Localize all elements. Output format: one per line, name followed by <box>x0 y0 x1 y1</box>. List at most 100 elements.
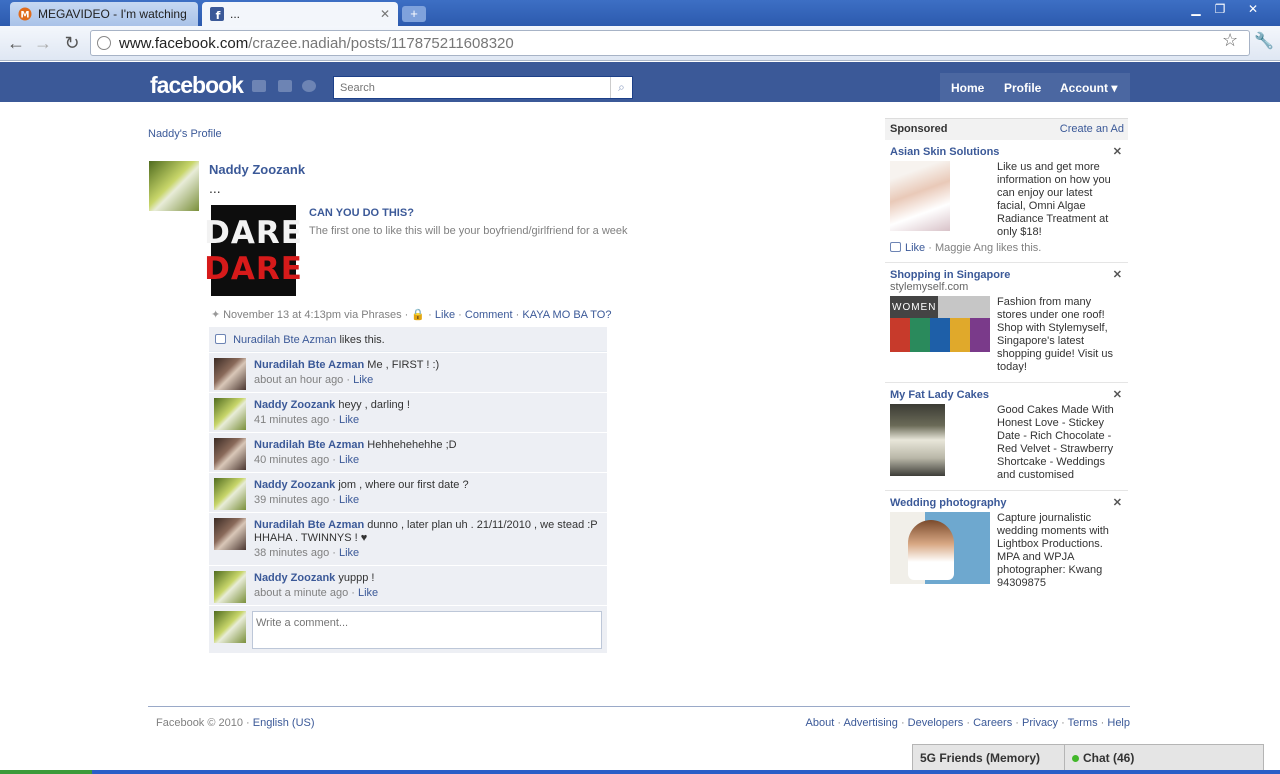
browser-tab-facebook[interactable]: f ... ✕ <box>202 2 398 26</box>
comment-like-link[interactable]: Like <box>358 587 378 599</box>
commenter-avatar[interactable] <box>214 398 246 430</box>
globe-icon <box>97 36 111 50</box>
address-bar[interactable]: www.facebook.com/crazee.nadiah/posts/117… <box>90 30 1250 56</box>
meta-separator: · <box>404 309 409 321</box>
commenter-name-link[interactable]: Nuradilah Bte Azman <box>254 439 364 451</box>
footer-help-link[interactable]: Help <box>1107 717 1130 729</box>
ad-image[interactable] <box>890 512 990 584</box>
ad-wedding-photography: Wedding photography ✕ Capture journalist… <box>885 491 1128 598</box>
comment-time: 39 minutes ago <box>254 494 330 506</box>
tab-close-icon[interactable]: ✕ <box>380 7 390 21</box>
post-comment-link[interactable]: Comment <box>465 309 513 321</box>
ad-image-bags <box>890 318 990 352</box>
close-icon[interactable]: ✕ <box>1113 388 1122 401</box>
nav-profile-link[interactable]: Profile <box>1004 81 1041 95</box>
comment: Nuradilah Bte Azman Hehhehehehhe ;D 40 m… <box>209 433 607 473</box>
footer-developers-link[interactable]: Developers <box>908 717 964 729</box>
facebook-header: facebook ⌕ Home Profile Account ▾ <box>0 62 1280 102</box>
create-ad-link[interactable]: Create an Ad <box>1060 123 1124 135</box>
ad-like-link[interactable]: Like <box>905 242 925 254</box>
ad-image[interactable] <box>890 404 945 476</box>
notifications-icon[interactable] <box>302 80 316 92</box>
post-like-link[interactable]: Like <box>435 309 455 321</box>
ad-image[interactable] <box>890 161 950 231</box>
attachment-description: The first one to like this will be your … <box>309 225 628 237</box>
ad-title-link[interactable]: Shopping in Singapore <box>890 269 1123 281</box>
commenter-name-link[interactable]: Nuradilah Bte Azman <box>254 359 364 371</box>
svg-text:f: f <box>216 9 221 21</box>
window-minimize-button[interactable]: ▁ <box>1184 0 1208 18</box>
search-icon[interactable]: ⌕ <box>610 77 632 98</box>
window-close-button[interactable]: ✕ <box>1232 0 1274 18</box>
new-tab-button[interactable]: + <box>402 6 426 22</box>
messages-icon[interactable] <box>278 80 292 92</box>
attachment-image[interactable]: DARE DARE <box>204 205 302 296</box>
chat-button[interactable]: Chat (46) <box>1066 745 1265 771</box>
commenter-name-link[interactable]: Nuradilah Bte Azman <box>254 519 364 531</box>
commenter-avatar[interactable] <box>214 571 246 603</box>
nav-account-menu[interactable]: Account ▾ <box>1060 81 1117 95</box>
back-arrow-icon[interactable]: ← <box>5 32 27 54</box>
footer-about-link[interactable]: About <box>806 717 835 729</box>
comment-like-link[interactable]: Like <box>339 547 359 559</box>
post-extra-link[interactable]: KAYA MO BA TO? <box>522 309 611 321</box>
comment: Naddy Zoozank heyy , darling ! 41 minute… <box>209 393 607 433</box>
tab-title: MEGAVIDEO - I'm watching it <box>38 7 190 21</box>
commenter-avatar[interactable] <box>214 478 246 510</box>
nav-home-link[interactable]: Home <box>951 81 984 95</box>
os-taskbar-strip <box>0 770 1280 774</box>
facebook-logo[interactable]: facebook <box>150 72 244 99</box>
post-author-name[interactable]: Naddy Zoozank <box>209 162 305 177</box>
comment-like-link[interactable]: Like <box>353 374 373 386</box>
ad-text: Fashion from many stores under one roof!… <box>997 296 1113 373</box>
close-icon[interactable]: ✕ <box>1113 496 1122 509</box>
liker-name-link[interactable]: Nuradilah Bte Azman <box>233 334 336 346</box>
thumbs-up-icon <box>890 242 901 252</box>
ad-title-link[interactable]: Wedding photography <box>890 497 1123 509</box>
reload-icon[interactable]: ↻ <box>61 32 83 54</box>
post-meta: ✦ November 13 at 4:13pm via Phrases · 🔒 … <box>211 308 611 321</box>
sponsored-sidebar: Sponsored Create an Ad Asian Skin Soluti… <box>885 118 1128 598</box>
attachment-title-link[interactable]: CAN YOU DO THIS? <box>309 207 414 219</box>
window-maximize-button[interactable]: ❐ <box>1208 0 1232 18</box>
commenter-avatar[interactable] <box>214 358 246 390</box>
write-comment-row <box>209 606 607 653</box>
footer-language-link[interactable]: English (US) <box>253 717 315 729</box>
commenter-name-link[interactable]: Naddy Zoozank <box>254 399 335 411</box>
close-icon[interactable]: ✕ <box>1113 145 1122 158</box>
ad-image-wrapper <box>890 161 950 239</box>
friend-requests-icon[interactable] <box>252 80 266 92</box>
bookmark-star-icon[interactable]: ☆ <box>1222 30 1238 51</box>
footer-terms-link[interactable]: Terms <box>1068 717 1098 729</box>
thumbs-up-icon <box>215 334 226 344</box>
ad-my-fat-lady-cakes: My Fat Lady Cakes ✕ Good Cakes Made With… <box>885 383 1128 491</box>
commenter-avatar[interactable] <box>214 518 246 550</box>
post-timestamp: November 13 at 4:13pm via Phrases <box>223 309 402 321</box>
ad-title-link[interactable]: My Fat Lady Cakes <box>890 389 1123 401</box>
post-author-avatar[interactable] <box>149 161 199 211</box>
browser-tab-megavideo[interactable]: M MEGAVIDEO - I'm watching it <box>10 2 198 26</box>
ad-title-link[interactable]: Asian Skin Solutions <box>890 146 1123 158</box>
commenter-name-link[interactable]: Naddy Zoozank <box>254 572 335 584</box>
close-icon[interactable]: ✕ <box>1113 268 1122 281</box>
ad-image[interactable]: WOMEN <box>890 296 990 352</box>
comment-like-link[interactable]: Like <box>339 414 359 426</box>
ad-url: stylemyself.com <box>890 281 969 293</box>
commenter-avatar[interactable] <box>214 438 246 470</box>
comment-time: about a minute ago <box>254 587 349 599</box>
comment-time: 40 minutes ago <box>254 454 330 466</box>
comment-like-link[interactable]: Like <box>339 454 359 466</box>
chat-friends-list-button[interactable]: 5G Friends (Memory) <box>913 745 1065 771</box>
footer-careers-link[interactable]: Careers <box>973 717 1012 729</box>
comment-like-link[interactable]: Like <box>339 494 359 506</box>
search-input[interactable] <box>334 77 610 98</box>
footer-left: Facebook © 2010 · English (US) <box>156 717 315 729</box>
comment-input[interactable] <box>252 611 602 649</box>
footer-advertising-link[interactable]: Advertising <box>843 717 897 729</box>
comment: Naddy Zoozank yuppp ! about a minute ago… <box>209 566 607 606</box>
breadcrumb-profile-link[interactable]: Naddy's Profile <box>148 128 222 140</box>
forward-arrow-icon[interactable]: → <box>32 32 54 54</box>
footer-privacy-link[interactable]: Privacy <box>1022 717 1058 729</box>
commenter-name-link[interactable]: Naddy Zoozank <box>254 479 335 491</box>
wrench-menu-icon[interactable]: 🔧 <box>1254 31 1274 51</box>
